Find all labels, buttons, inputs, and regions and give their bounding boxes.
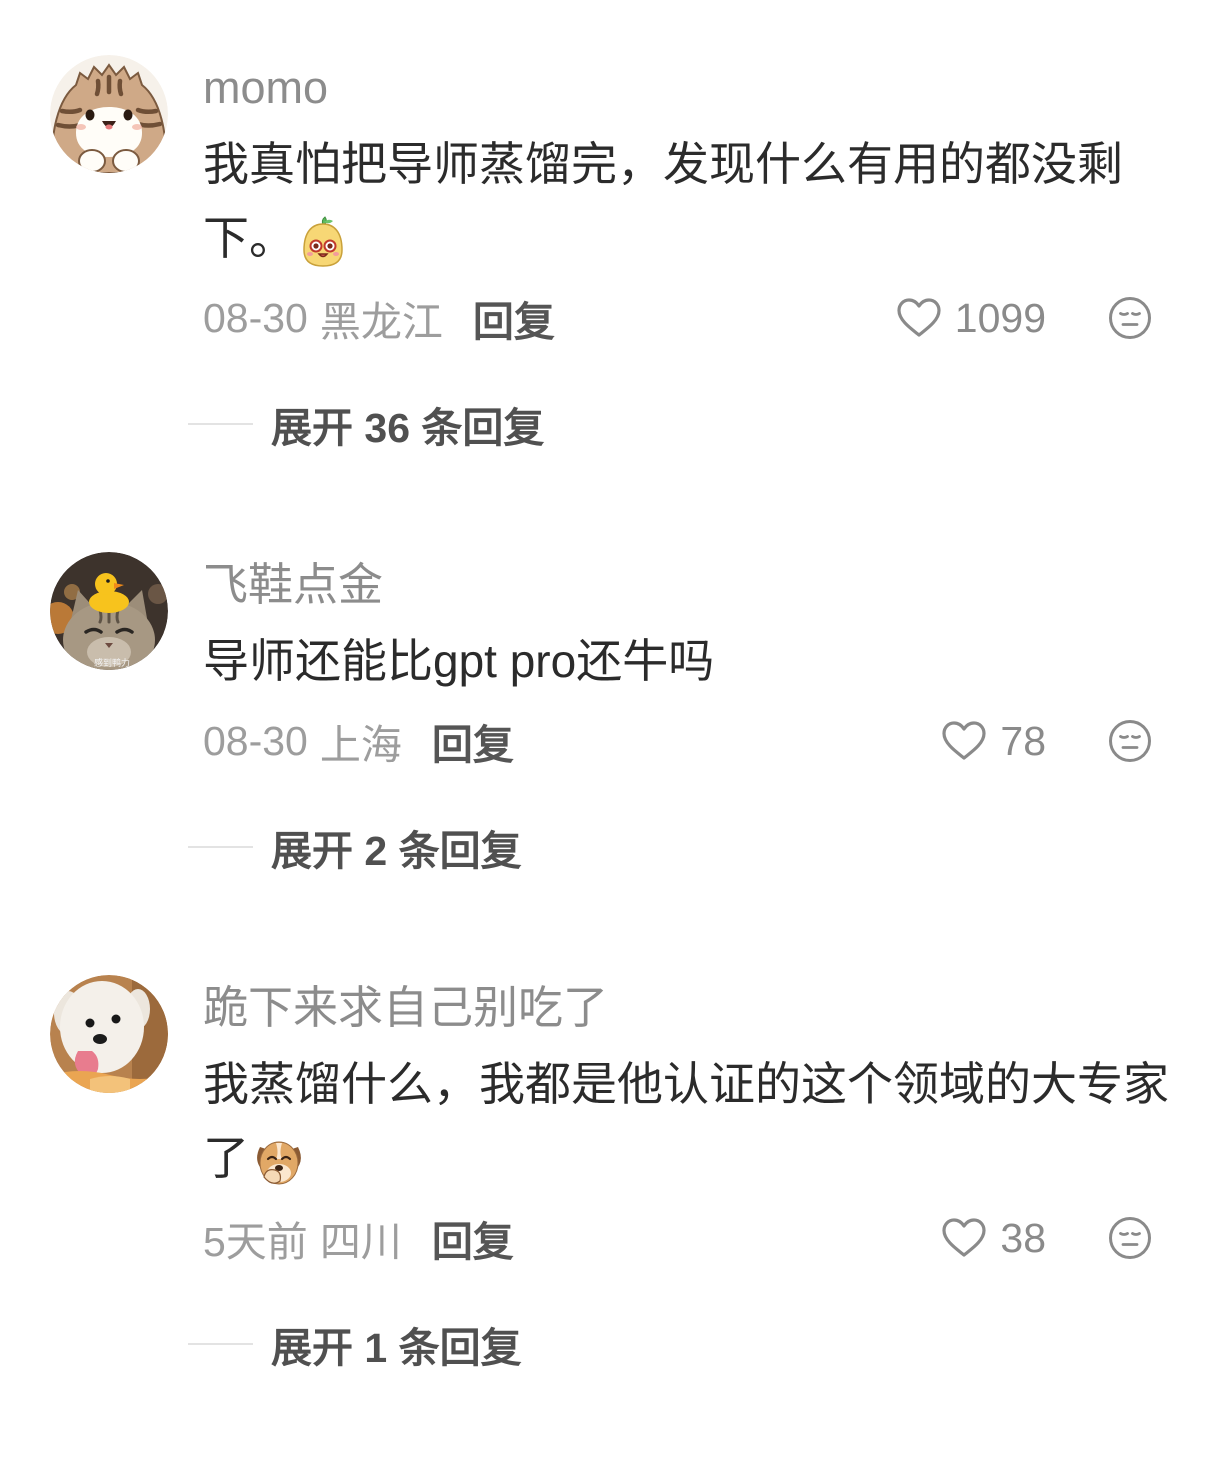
divider-line: [188, 846, 253, 848]
dislike-button[interactable]: [1108, 719, 1152, 763]
comment-text: 我蒸馏什么，我都是他认证的这个领域的大专家了: [203, 1058, 1169, 1184]
reply-button[interactable]: 回复: [432, 1208, 514, 1268]
comment-location: 四川: [319, 1219, 402, 1265]
comment-meta: 08-30 上海 回复 78: [203, 711, 1152, 771]
expand-replies-label: 展开 2 条回复: [271, 828, 522, 874]
like-button[interactable]: 78: [941, 718, 1046, 765]
dog-face-sticker-icon: [252, 1135, 306, 1189]
heart-icon: [942, 1218, 986, 1257]
like-count: 78: [1000, 717, 1046, 764]
expand-replies-button[interactable]: 展开 36 条回复: [188, 394, 544, 454]
reply-button[interactable]: 回复: [473, 288, 555, 348]
avatar-caption: 感到鸭力: [94, 657, 130, 669]
heart-icon: [897, 298, 941, 337]
username[interactable]: momo: [203, 55, 328, 121]
comment-text: 导师还能比gpt pro还牛吗: [203, 635, 715, 687]
tabby-cat-avatar-icon: [50, 55, 168, 173]
comment-body: 我真怕把导师蒸馏完，发现什么有用的都没剩下。: [203, 127, 1178, 275]
reply-button[interactable]: 回复: [432, 711, 514, 771]
expand-replies-label: 展开 36 条回复: [271, 405, 545, 451]
dislike-face-icon: [1109, 297, 1151, 339]
like-count: 38: [1000, 1214, 1046, 1261]
dislike-button[interactable]: [1108, 1216, 1152, 1260]
heart-icon: [942, 721, 986, 760]
comment-date: 08-30: [203, 717, 308, 764]
expand-replies-label: 展开 1 条回复: [271, 1325, 522, 1371]
username[interactable]: 跪下来求自己别吃了: [203, 975, 608, 1041]
dislike-face-icon: [1109, 1217, 1151, 1259]
comment-list: momo 我真怕把导师蒸馏完，发现什么有用的都没剩下。 08-30 黑龙江 回复…: [0, 55, 1223, 1472]
comment-date: 5天前: [203, 1219, 308, 1265]
cat-with-duck-avatar-icon: 感到鸭力: [50, 552, 168, 670]
comment-location: 上海: [319, 722, 402, 768]
comment-item: 感到鸭力 飞鞋点金 导师还能比gpt pro还牛吗 08-30 上海 回复 78: [0, 552, 1223, 877]
comment-location: 黑龙江: [319, 299, 443, 345]
dislike-face-icon: [1109, 720, 1151, 762]
like-count: 1099: [954, 294, 1046, 341]
comment-body: 导师还能比gpt pro还牛吗: [203, 624, 1178, 698]
yellow-face-sticker-icon: [298, 216, 348, 268]
dislike-button[interactable]: [1108, 296, 1152, 340]
comment-body: 我蒸馏什么，我都是他认证的这个领域的大专家了: [203, 1047, 1178, 1195]
like-button[interactable]: 1099: [896, 295, 1046, 342]
comment-meta: 5天前 四川 回复 38: [203, 1208, 1152, 1268]
expand-replies-button[interactable]: 展开 2 条回复: [188, 817, 522, 877]
username[interactable]: 飞鞋点金: [203, 552, 383, 618]
user-avatar[interactable]: 感到鸭力: [50, 552, 168, 670]
user-avatar[interactable]: [50, 55, 168, 173]
user-avatar[interactable]: [50, 975, 168, 1093]
expand-replies-button[interactable]: 展开 1 条回复: [188, 1314, 522, 1374]
divider-line: [188, 423, 253, 425]
comment-item: 跪下来求自己别吃了 我蒸馏什么，我都是他认证的这个领域的大专家了 5天前 四川 …: [0, 975, 1223, 1374]
white-dog-avatar-icon: [50, 975, 168, 1093]
comment-date: 08-30: [203, 294, 308, 341]
like-button[interactable]: 38: [941, 1215, 1046, 1262]
comment-meta: 08-30 黑龙江 回复 1099: [203, 288, 1152, 348]
comment-item: momo 我真怕把导师蒸馏完，发现什么有用的都没剩下。 08-30 黑龙江 回复…: [0, 55, 1223, 454]
divider-line: [188, 1343, 253, 1345]
